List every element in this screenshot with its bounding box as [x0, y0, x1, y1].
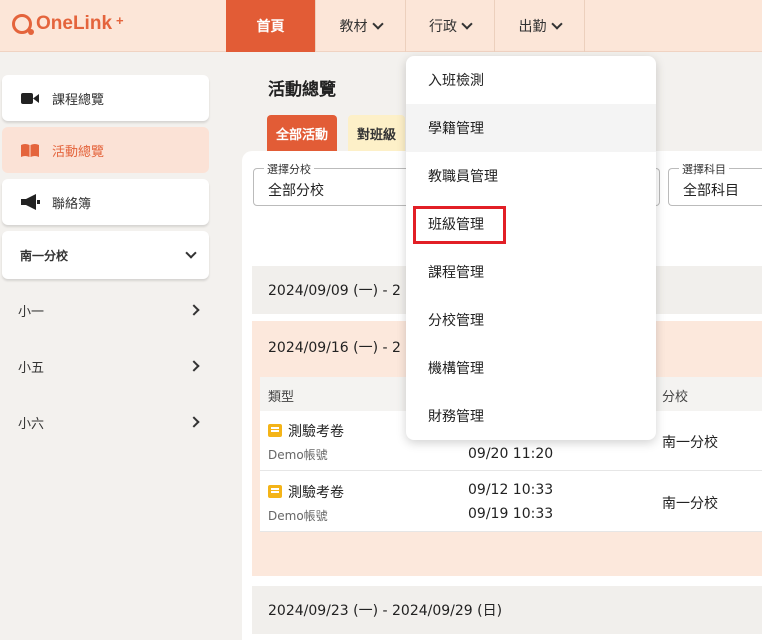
nav-attendance-label: 出勤: [518, 19, 547, 35]
brand-sup: +: [116, 12, 124, 28]
exam-paper-icon: [268, 424, 282, 437]
grade-label: 小六: [18, 416, 45, 432]
subject-select[interactable]: 選擇科目 全部科目: [668, 161, 762, 206]
menu-item-entrance-test[interactable]: 入班檢測: [406, 56, 656, 104]
week-range: 2024/09/09 (一) - 2: [268, 283, 401, 299]
activity-owner: Demo帳號: [268, 509, 328, 523]
logo-mark-icon: [12, 14, 34, 35]
activity-type: 測驗考卷: [268, 421, 344, 441]
school-group-label: 南一分校: [20, 248, 69, 263]
sidebar-item-grade-5[interactable]: 小五: [18, 354, 200, 378]
tab-all-activities[interactable]: 全部活動: [267, 115, 338, 151]
exam-paper-icon: [268, 485, 282, 498]
col-school: 分校: [662, 390, 689, 405]
chevron-right-icon: [188, 304, 200, 316]
chevron-down-icon: [185, 247, 197, 259]
tab-by-class[interactable]: 對班級: [348, 115, 406, 151]
menu-item-course-management[interactable]: 課程管理: [406, 248, 656, 296]
chevron-down-icon: [550, 18, 563, 30]
menu-item-finance-management[interactable]: 財務管理: [406, 392, 656, 440]
activity-type-label: 測驗考卷: [288, 424, 344, 440]
sidebar-item-label: 活動總覽: [52, 144, 105, 160]
book-icon: [20, 142, 40, 158]
grade-label: 小一: [18, 304, 45, 320]
nav-admin[interactable]: 行政: [406, 0, 495, 52]
school-select-label: 選擇分校: [264, 161, 314, 177]
menu-item-staff-management[interactable]: 教職員管理: [406, 152, 656, 200]
activity-end: 09/19 10:33: [468, 506, 554, 522]
school-select[interactable]: 選擇分校 全部分校: [253, 161, 413, 206]
col-type: 類型: [268, 390, 295, 405]
admin-dropdown-menu: 入班檢測 學籍管理 教職員管理 班級管理 課程管理 分校管理 機構管理 財務管理: [406, 56, 656, 440]
school-group-toggle[interactable]: 南一分校: [2, 231, 209, 279]
chevron-right-icon: [188, 416, 200, 428]
menu-item-student-records[interactable]: 學籍管理: [406, 104, 656, 152]
subject-select-label: 選擇科目: [679, 161, 729, 177]
top-bar: OneLink + 首頁 教材 行政 出勤: [0, 0, 762, 52]
sidebar-item-activity-overview[interactable]: 活動總覽: [2, 127, 209, 173]
activity-school: 南一分校: [662, 496, 718, 512]
menu-item-branch-management[interactable]: 分校管理: [406, 296, 656, 344]
week-range: 2024/09/16 (一) - 2: [268, 340, 401, 356]
chevron-down-icon: [371, 18, 384, 30]
activity-end: 09/20 11:20: [468, 446, 554, 462]
onelink-logo[interactable]: OneLink +: [12, 10, 124, 38]
video-camera-icon: [20, 90, 40, 106]
activity-type-label: 測驗考卷: [288, 485, 344, 501]
nav-materials-label: 教材: [339, 19, 368, 35]
week-header[interactable]: 2024/09/23 (一) - 2024/09/29 (日): [252, 586, 762, 634]
sidebar-item-grade-6[interactable]: 小六: [18, 410, 200, 434]
school-select-value: 全部分校: [268, 183, 324, 199]
nav-attendance[interactable]: 出勤: [495, 0, 585, 52]
sidebar: 課程總覽 活動總覽 聯絡簿 南一分校 小一 小五 小六: [0, 53, 220, 640]
nav-home[interactable]: 首頁: [226, 0, 316, 52]
brand-name: OneLink: [36, 13, 113, 34]
nav-materials[interactable]: 教材: [316, 0, 406, 52]
chevron-down-icon: [461, 18, 473, 30]
menu-item-institution-management[interactable]: 機構管理: [406, 344, 656, 392]
sidebar-item-course-overview[interactable]: 課程總覽: [2, 75, 209, 121]
page-title: 活動總覽: [268, 80, 336, 100]
sidebar-item-grade-1[interactable]: 小一: [18, 298, 200, 322]
activity-school: 南一分校: [662, 435, 718, 451]
subject-select-value: 全部科目: [683, 183, 739, 199]
activity-owner: Demo帳號: [268, 448, 328, 462]
activity-type: 測驗考卷: [268, 482, 344, 502]
class-management-highlight-box: [413, 206, 506, 244]
nav-home-label: 首頁: [256, 19, 285, 35]
chevron-right-icon: [188, 360, 200, 372]
table-row[interactable]: 測驗考卷 Demo帳號 09/12 10:33 09/19 10:33 南一分校: [260, 472, 762, 532]
main-nav: 首頁 教材 行政 出勤: [226, 0, 585, 52]
nav-admin-label: 行政: [429, 19, 457, 35]
sidebar-item-label: 聯絡簿: [52, 196, 92, 212]
grade-label: 小五: [18, 360, 45, 376]
sidebar-item-contact-book[interactable]: 聯絡簿: [2, 179, 209, 225]
week-range: 2024/09/23 (一) - 2024/09/29 (日): [268, 603, 503, 619]
activity-start: 09/12 10:33: [468, 482, 554, 498]
sidebar-item-label: 課程總覽: [52, 92, 105, 108]
megaphone-icon: [20, 194, 40, 210]
